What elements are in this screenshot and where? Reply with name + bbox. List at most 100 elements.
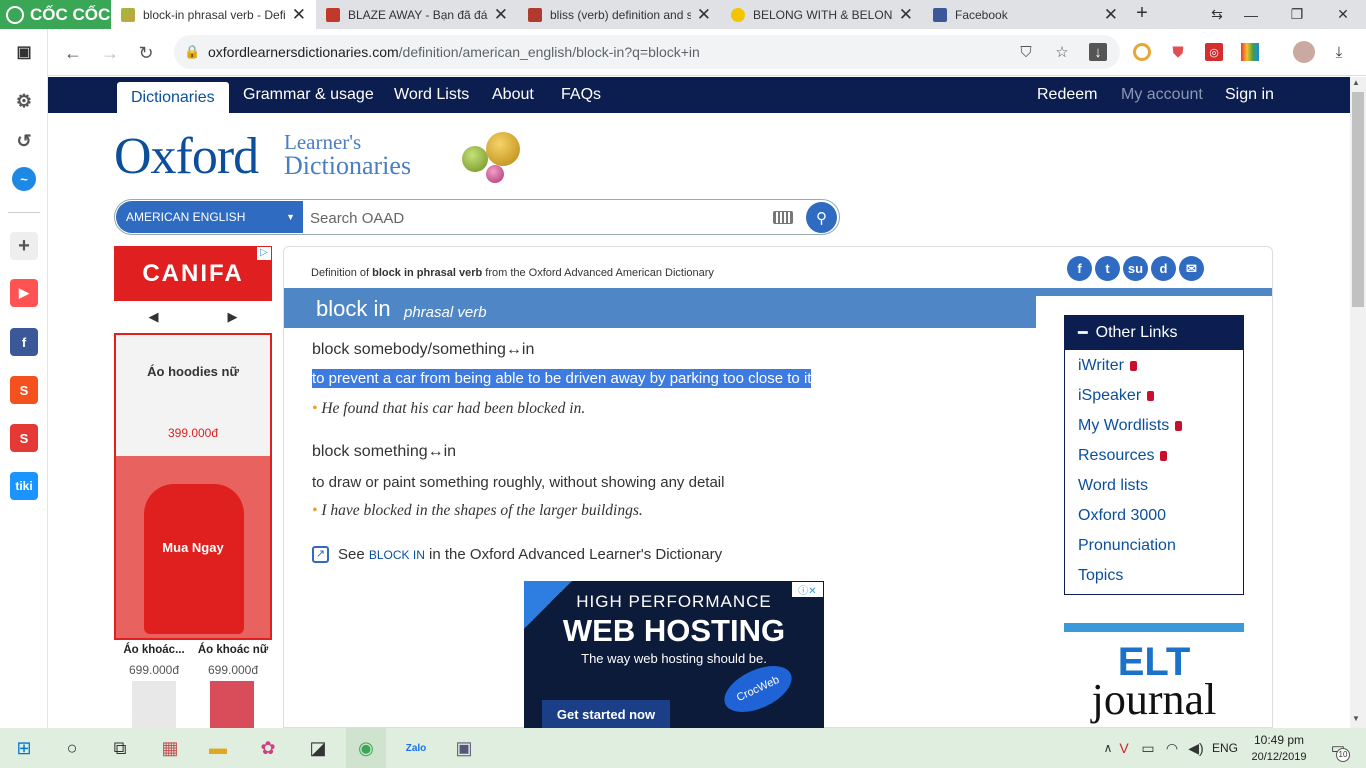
tray-date[interactable]: 20/12/2019 [1246,751,1312,763]
minimize-button[interactable]: — [1228,0,1274,29]
delicious-share-icon[interactable]: d [1151,256,1176,281]
ad-close-icon[interactable]: ⓘ✕ [792,582,823,597]
see-also-link[interactable]: BLOCK IN [369,548,425,562]
nav-my-account[interactable]: My account [1121,77,1203,113]
facebook-icon[interactable]: f [10,328,38,356]
sense-definition-selected[interactable]: to prevent a car from being able to be d… [312,369,812,388]
sticky-notes-icon[interactable]: ◪ [298,728,338,768]
link-my-wordlists[interactable]: My Wordlists [1078,417,1183,435]
downloads-icon[interactable]: ⤓ [1330,43,1348,61]
task-view-icon[interactable]: ⧉ [100,728,140,768]
nav-about[interactable]: About [492,77,534,113]
ad-item-name[interactable]: Áo khoác... [116,644,192,656]
ad-cta[interactable]: Mua Ngay [114,540,272,555]
download-page-icon[interactable]: ↓ [1089,43,1107,61]
nav-word-lists[interactable]: Word Lists [394,77,469,113]
ad-item-name[interactable]: Áo khoác nữ [193,644,273,656]
scrollbar-thumb[interactable] [1352,92,1364,307]
search-input[interactable]: Search OAAD [310,210,404,227]
paint-icon[interactable]: ✿ [248,728,288,768]
extension-red-icon[interactable]: ◎ [1205,43,1223,61]
tray-time[interactable]: 10:49 pm [1248,733,1310,747]
link-oxford-3000[interactable]: Oxford 3000 [1078,507,1166,525]
keyboard-icon[interactable] [773,211,793,224]
settings-icon[interactable]: ⚙ [10,87,38,115]
link-pronunciation[interactable]: Pronunciation [1078,537,1176,555]
scroll-up-icon[interactable]: ▲ [1352,78,1360,87]
back-button[interactable]: ← [60,40,86,66]
shopee-icon[interactable]: S [10,376,38,404]
dictionary-select[interactable]: AMERICAN ENGLISH ▼ [116,201,303,233]
app-icon[interactable]: ▣ [444,728,484,768]
zalo-icon[interactable]: Zalo [396,728,436,768]
browser-brand[interactable]: CỐC CỐC [0,0,111,29]
logo-oxford[interactable]: Oxford [114,127,259,186]
link-ispeaker[interactable]: iSpeaker [1078,387,1155,405]
tab-2[interactable]: bliss (verb) definition and sy ✕ [518,0,721,29]
adchoices-icon[interactable]: ▷ [257,247,271,260]
close-tab-icon[interactable]: ✕ [1104,5,1118,25]
search-button[interactable]: ⚲ [806,202,837,233]
close-tab-icon[interactable]: ✕ [292,5,306,25]
ad-item-image[interactable] [132,681,176,728]
history-icon[interactable]: ↺ [10,127,38,155]
forward-button[interactable]: → [97,40,123,66]
logo-learners[interactable]: Learner's Dictionaries [284,130,411,179]
sendo-icon[interactable]: S [10,424,38,452]
nav-dictionaries[interactable]: Dictionaries [117,82,229,113]
profile-avatar[interactable] [1293,41,1315,63]
facebook-share-icon[interactable]: f [1067,256,1092,281]
twitter-share-icon[interactable]: t [1095,256,1120,281]
ad-get-started-button[interactable]: Get started now [542,700,670,728]
nav-grammar[interactable]: Grammar & usage [243,77,374,113]
search-circle-icon[interactable]: ○ [52,728,92,768]
link-topics[interactable]: Topics [1078,567,1123,585]
new-tab-button[interactable]: + [1130,2,1154,26]
nav-sign-in[interactable]: Sign in [1225,77,1274,113]
other-links-header[interactable]: ━ Other Links [1064,315,1244,350]
stumbleupon-share-icon[interactable]: su [1123,256,1148,281]
elt-ad-bar [1064,623,1244,632]
coccoc-taskbar-icon[interactable]: ◉ [346,728,386,768]
extension-colors-icon[interactable] [1241,43,1259,61]
close-window-button[interactable]: ✕ [1320,0,1366,29]
nav-faqs[interactable]: FAQs [561,77,601,113]
ad-item-image[interactable] [210,681,254,728]
coccoc-extension-icon[interactable] [1133,43,1151,61]
adblock-icon[interactable]: ⛊ [1169,43,1187,61]
youtube-icon[interactable]: ▶ [10,279,38,307]
messenger-icon[interactable]: ~ [12,167,36,191]
link-iwriter[interactable]: iWriter [1078,357,1137,375]
ad-brand[interactable]: CANIFA [114,246,272,301]
app-grid-icon[interactable]: ▦ [150,728,190,768]
tab-0[interactable]: block-in phrasal verb - Defi ✕ [111,0,316,29]
reload-button[interactable]: ↻ [133,40,159,66]
tab-4[interactable]: Facebook ✕ [923,0,1128,29]
tray-volume-icon[interactable]: ◀) [1176,728,1216,768]
sidebar-toggle-icon[interactable]: ▣ [10,38,38,66]
scroll-down-icon[interactable]: ▼ [1352,714,1360,723]
close-tab-icon[interactable]: ✕ [494,5,508,25]
ad-next-button[interactable]: ▶ [228,309,238,325]
file-explorer-icon[interactable]: ▬ [198,728,238,768]
add-app-icon[interactable]: + [10,232,38,260]
url-text[interactable]: oxfordlearnersdictionaries.com/definitio… [208,44,700,60]
shield-icon[interactable]: ⛉ [1017,43,1035,61]
windows-start-icon[interactable]: ⊞ [4,728,44,768]
restore-button[interactable]: ❐ [1274,0,1320,29]
link-word-lists[interactable]: Word lists [1078,477,1148,495]
tray-language[interactable]: ENG [1212,741,1238,755]
tab-3[interactable]: BELONG WITH & BELONG T ✕ [721,0,923,29]
tiki-icon[interactable]: tiki [10,472,38,500]
tab-1[interactable]: BLAZE AWAY - Bạn đã đánh ✕ [316,0,518,29]
elt-subtitle[interactable]: journal [1064,676,1244,724]
link-resources[interactable]: Resources [1078,447,1168,465]
nav-redeem[interactable]: Redeem [1037,77,1097,113]
notification-icon[interactable]: ▭ [1318,728,1358,768]
lock-icon[interactable]: 🔒 [184,44,200,60]
email-share-icon[interactable]: ✉ [1179,256,1204,281]
ad-prev-button[interactable]: ◀ [149,309,159,325]
close-tab-icon[interactable]: ✕ [899,5,913,25]
bookmark-star-icon[interactable]: ☆ [1053,43,1071,61]
close-tab-icon[interactable]: ✕ [697,5,711,25]
